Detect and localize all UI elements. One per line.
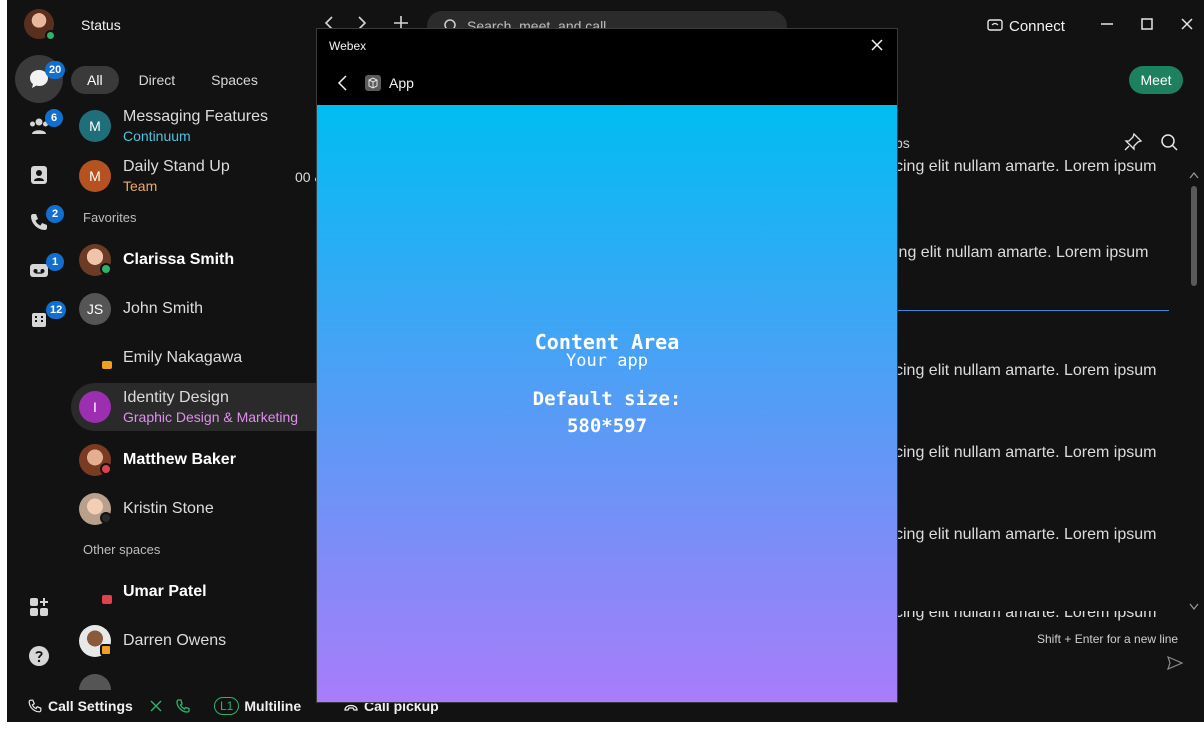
messaging-badge: 20 bbox=[45, 61, 66, 79]
item-title: Darren Owens bbox=[123, 632, 227, 649]
phone-settings-icon bbox=[28, 699, 42, 713]
teams-nav[interactable]: 6 bbox=[19, 105, 63, 145]
multiline-label: Multiline bbox=[244, 698, 302, 714]
line-tag: L1 bbox=[214, 697, 240, 715]
app-modal: Webex App Content Area Your app Default … bbox=[317, 29, 897, 702]
video-status-icon bbox=[102, 361, 112, 369]
away-status-icon bbox=[100, 512, 112, 524]
item-title: Daily Stand Up bbox=[123, 158, 230, 175]
minimize-icon[interactable] bbox=[1097, 14, 1117, 34]
input-hint: Shift + Enter for a new line bbox=[1037, 632, 1179, 646]
messaging-nav[interactable]: 20 bbox=[15, 55, 66, 103]
apps-nav[interactable]: 12 bbox=[19, 298, 67, 338]
item-title: Identity Design bbox=[123, 389, 229, 406]
item-subtitle: Continuum bbox=[123, 128, 191, 144]
list-filters: All Direct Spaces bbox=[71, 66, 274, 94]
message-text: scing elit nullam amarte. Lorem ipsum bbox=[887, 526, 1157, 543]
search-icon[interactable] bbox=[1159, 132, 1179, 152]
item-title: John Smith bbox=[123, 300, 204, 317]
help-nav[interactable] bbox=[19, 636, 59, 676]
apps-badge: 12 bbox=[46, 301, 67, 319]
size-label: Default size: bbox=[532, 388, 682, 410]
close-icon[interactable] bbox=[869, 37, 885, 53]
back-icon[interactable] bbox=[335, 74, 351, 92]
size-value: 580*597 bbox=[566, 415, 648, 437]
pin-icon[interactable] bbox=[1123, 132, 1143, 152]
scrollbar[interactable] bbox=[1188, 168, 1200, 616]
call-settings-label: Call Settings bbox=[48, 698, 133, 714]
favorites-label: Favorites bbox=[83, 210, 137, 225]
add-apps-nav[interactable] bbox=[19, 587, 59, 627]
item-title: Messaging Features bbox=[123, 108, 268, 125]
item-title: Kristin Stone bbox=[123, 500, 214, 517]
item-title: Matthew Baker bbox=[123, 451, 236, 468]
filter-spaces[interactable]: Spaces bbox=[195, 66, 274, 94]
presenting-status-icon bbox=[102, 595, 112, 604]
call-forward-icon bbox=[150, 700, 162, 712]
list-item-matthew-baker[interactable]: Matthew Baker bbox=[71, 436, 331, 484]
list-item-identity-design[interactable]: I Identity Design Graphic Design & Marke… bbox=[71, 383, 331, 431]
voicemail-badge: 1 bbox=[46, 253, 64, 271]
message-text: scing elit nullam amarte. Lorem ipsum bbox=[887, 604, 1157, 621]
avatar: JS bbox=[79, 293, 111, 325]
message-text: scing elit nullam amarte. Lorem ipsum bbox=[887, 444, 1157, 461]
user-avatar[interactable] bbox=[24, 9, 56, 41]
contacts-nav[interactable] bbox=[19, 155, 59, 195]
new-messages-divider bbox=[887, 310, 1169, 311]
avatar: I bbox=[79, 391, 111, 423]
dnd-status-icon bbox=[100, 463, 112, 475]
help-icon bbox=[29, 646, 49, 666]
app-icon bbox=[365, 75, 381, 91]
avatar: M bbox=[79, 160, 111, 192]
call-status-icon bbox=[176, 699, 190, 713]
connect-button[interactable]: Connect bbox=[987, 15, 1065, 37]
connect-label: Connect bbox=[1009, 17, 1065, 35]
meet-button[interactable]: Meet bbox=[1129, 66, 1183, 94]
multiline-button[interactable]: L1 Multiline bbox=[214, 696, 301, 716]
content-area[interactable]: Content Area Your app Default size: 580*… bbox=[317, 105, 897, 702]
status-label[interactable]: Status bbox=[81, 17, 121, 33]
message-text: cing elit nullam amarte. Lorem ipsum bbox=[887, 244, 1149, 261]
list-item-clarissa-smith[interactable]: Clarissa Smith bbox=[71, 236, 331, 284]
modal-title: Webex bbox=[329, 39, 367, 53]
connect-icon bbox=[987, 19, 1003, 31]
message-text: scing elit nullam amarte. Lorem ipsum bbox=[887, 158, 1157, 175]
item-title: Emily Nakagawa bbox=[123, 349, 243, 366]
content-subtitle: Your app bbox=[566, 351, 648, 371]
call-settings-button[interactable]: Call Settings bbox=[27, 696, 191, 716]
item-subtitle: Team bbox=[123, 178, 158, 194]
filter-all[interactable]: All bbox=[71, 66, 119, 94]
send-icon[interactable] bbox=[1167, 655, 1184, 671]
window-close-icon[interactable] bbox=[1177, 14, 1197, 34]
item-title: Umar Patel bbox=[123, 583, 207, 600]
message-text: scing elit nullam amarte. Lorem ipsum bbox=[887, 362, 1157, 379]
calling-badge: 2 bbox=[46, 205, 64, 223]
teams-badge: 6 bbox=[45, 109, 63, 127]
list-item-darren-owens[interactable]: Darren Owens bbox=[71, 617, 331, 665]
grid-plus-icon bbox=[30, 598, 48, 616]
presence-indicator bbox=[45, 30, 56, 41]
filter-direct[interactable]: Direct bbox=[123, 66, 192, 94]
app-name: App bbox=[389, 75, 414, 91]
list-item-daily-stand-up[interactable]: M Daily Stand Up Team 00 & bbox=[71, 152, 331, 200]
item-subtitle: Graphic Design & Marketing bbox=[123, 409, 299, 425]
other-spaces-label: Other spaces bbox=[83, 542, 161, 557]
meeting-status-icon bbox=[100, 644, 112, 656]
list-item-messaging-features[interactable]: M Messaging Features Continuum bbox=[71, 102, 331, 150]
list-item-john-smith[interactable]: JS John Smith bbox=[71, 285, 331, 333]
list-item-kristin-stone[interactable]: Kristin Stone bbox=[71, 485, 331, 533]
maximize-icon[interactable] bbox=[1137, 14, 1157, 34]
tab-fragment[interactable]: ps bbox=[895, 135, 910, 151]
presence-indicator bbox=[100, 263, 112, 275]
item-title: Clarissa Smith bbox=[123, 251, 235, 268]
voicemail-nav[interactable]: 1 bbox=[19, 250, 64, 290]
calling-nav[interactable]: 2 bbox=[19, 202, 64, 242]
list-item-umar-patel[interactable]: Umar Patel bbox=[71, 568, 331, 616]
contacts-icon bbox=[31, 166, 47, 184]
webex-app: Status Search, meet, and call Connect 20… bbox=[7, 0, 1204, 722]
list-item-emily-nakagawa[interactable]: Emily Nakagawa bbox=[71, 334, 331, 382]
avatar: M bbox=[79, 110, 111, 142]
